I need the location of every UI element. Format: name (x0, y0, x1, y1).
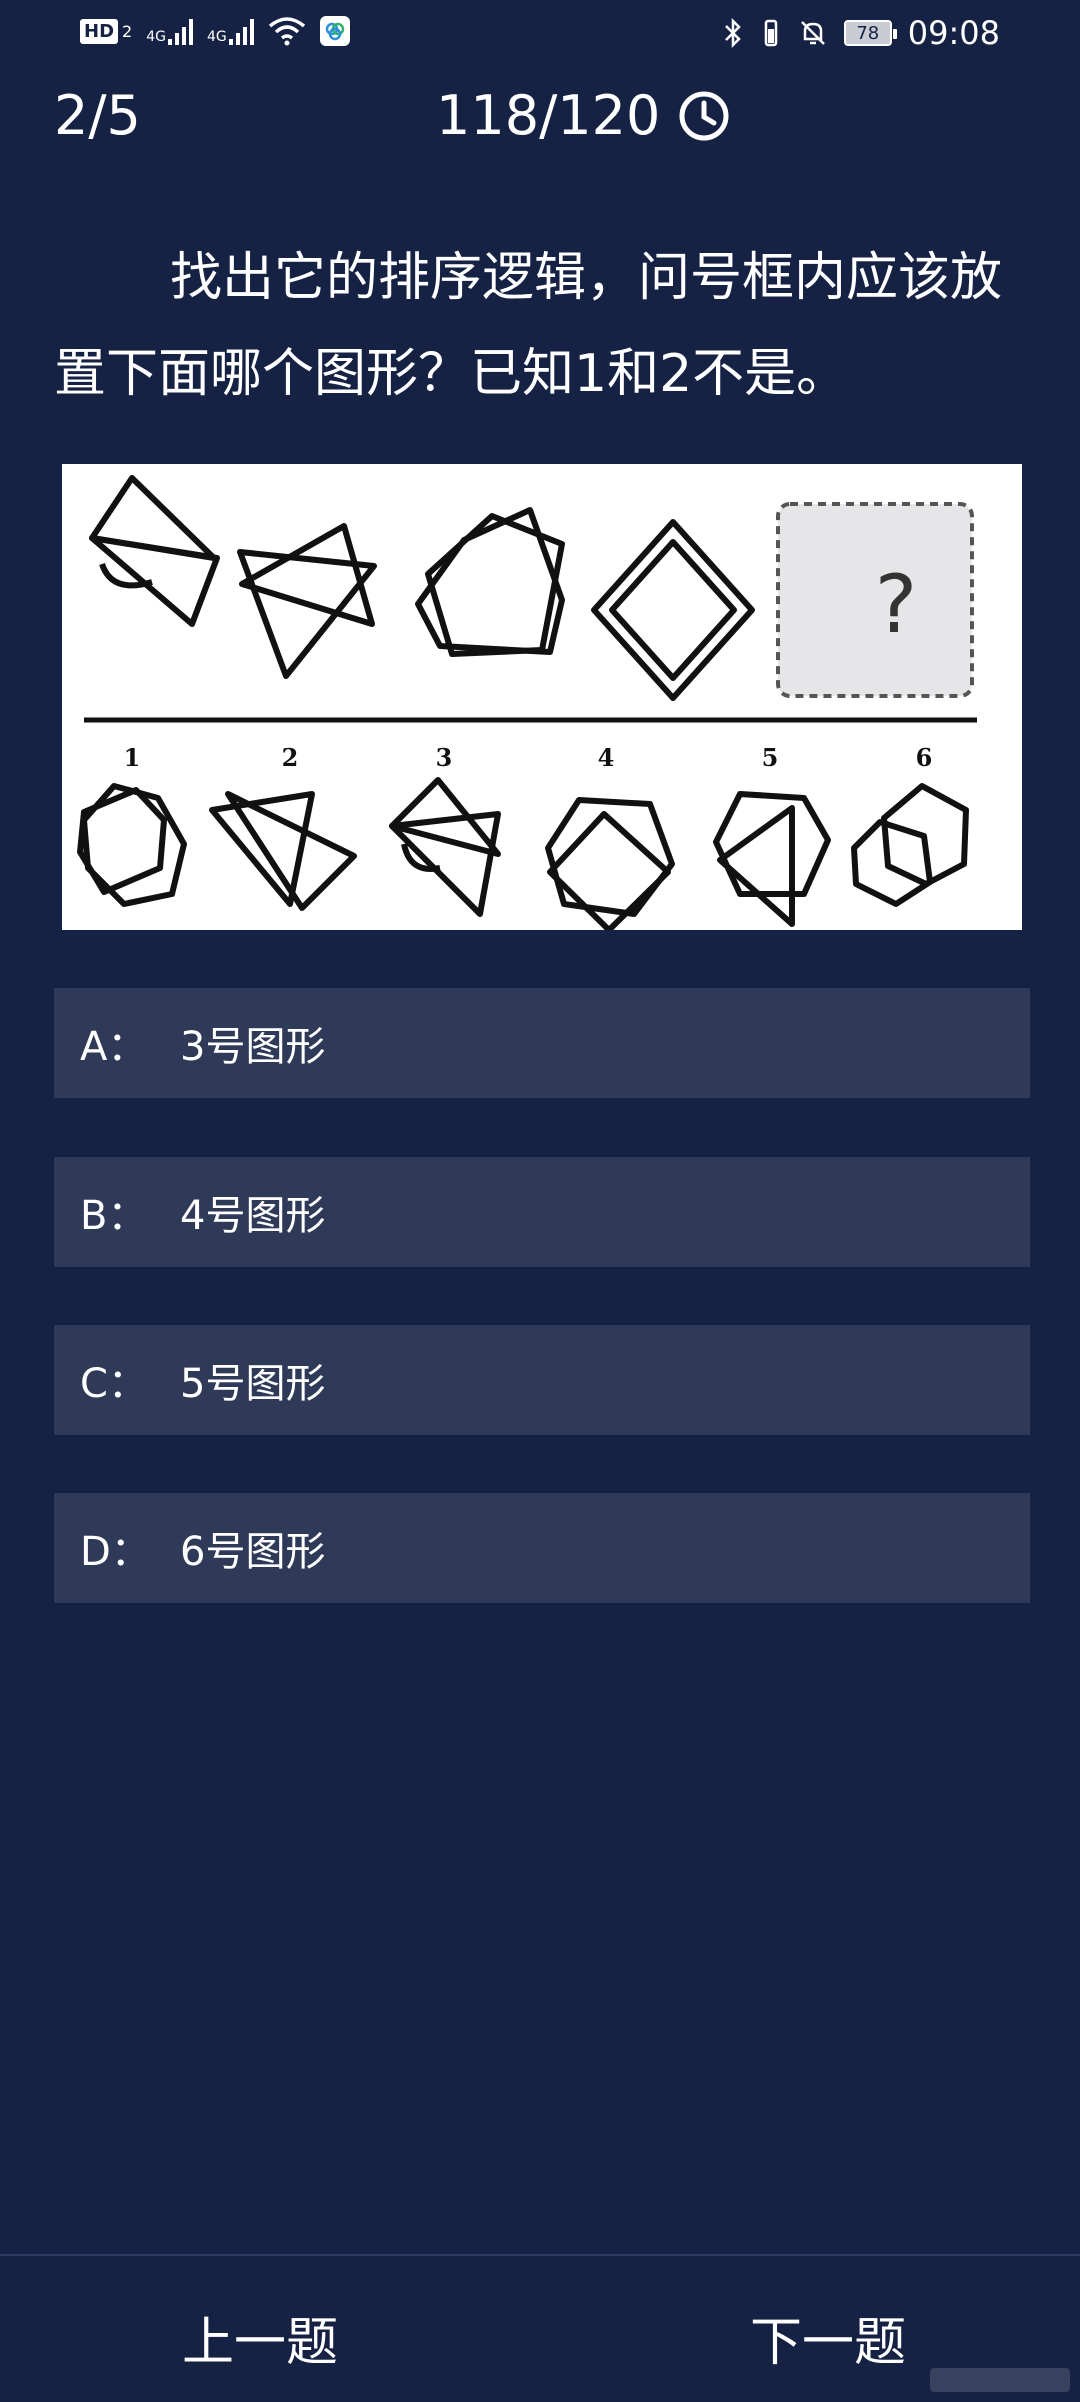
network-type-label-2: 4G (206, 29, 227, 45)
option-label-2: 2 (282, 743, 299, 772)
network-type-label-1: 4G (146, 29, 166, 45)
option-label-4: 4 (598, 743, 615, 772)
timer-text: 118/120 (436, 84, 661, 147)
battery-icon: 78 (843, 20, 897, 46)
watermark (930, 2368, 1070, 2392)
option-shape-1 (77, 783, 187, 907)
quiz-header: 2/5 118/120 (0, 80, 1080, 150)
puzzle-image: ? 1 2 3 4 5 6 (62, 464, 1022, 933)
bottom-nav: 上一题 下一题 (0, 2254, 1080, 2402)
option-shape-3 (389, 777, 501, 917)
next-question-button[interactable]: 下一题 (750, 2300, 906, 2375)
option-text: 4号图形 (180, 1193, 326, 1239)
question-text: 找出它的排序逻辑，问号框内应该放置下面哪个图形？已知1和2不是。 (54, 248, 1003, 404)
wifi-icon (268, 17, 305, 46)
hd-icon: HD (80, 18, 119, 44)
option-label-1: 1 (124, 743, 141, 772)
option-letter: A： (80, 1024, 148, 1070)
option-shape-4 (545, 797, 675, 933)
option-shape-5 (713, 791, 831, 927)
sequence-shape-2 (237, 523, 377, 679)
answer-option-a[interactable]: A： 3号图形 (54, 988, 1030, 1098)
question-progress: 2/5 (54, 84, 141, 147)
answer-option-b[interactable]: B： 4号图形 (54, 1157, 1030, 1267)
mute-bell-icon (800, 21, 825, 45)
status-right: 78 09:08 (722, 14, 1000, 52)
answer-option-c[interactable]: C： 5号图形 (54, 1325, 1030, 1435)
option-shape-6 (851, 783, 969, 907)
sequence-shape-3 (415, 507, 565, 657)
app-notification-icon (319, 16, 350, 46)
bluetooth-icon (724, 17, 741, 49)
status-time: 09:08 (907, 14, 1000, 52)
option-letter: C： (80, 1361, 148, 1407)
option-label-3: 3 (436, 743, 453, 772)
sequence-shape-4 (591, 519, 755, 701)
countdown-timer: 118/120 (436, 84, 730, 147)
status-bar: HD 2 4G 4G 78 09:08 (0, 0, 1080, 70)
option-letter: D： (80, 1529, 151, 1575)
option-label-6: 6 (916, 743, 933, 772)
option-label-5: 5 (762, 743, 779, 772)
option-shape-2 (209, 791, 357, 911)
question-mark: ? (875, 558, 917, 651)
vibrate-icon (764, 19, 778, 47)
option-text: 3号图形 (180, 1024, 326, 1070)
status-left: HD 2 4G 4G (80, 16, 350, 46)
signal-bars-icon-1 (167, 17, 193, 45)
sequence-shape-1 (89, 475, 220, 627)
option-text: 5号图形 (180, 1361, 326, 1407)
puzzle-figure: ? 1 2 3 4 5 6 (77, 475, 977, 933)
clock-icon (679, 91, 729, 140)
answer-option-d[interactable]: D： 6号图形 (54, 1493, 1030, 1603)
option-letter: B： (80, 1193, 148, 1239)
signal-bars-icon-2 (228, 17, 254, 45)
signal-icon-2: 4G (207, 17, 254, 45)
signal-icon-1: 4G (146, 17, 193, 45)
prev-question-button[interactable]: 上一题 (182, 2300, 338, 2375)
hd-sub-label: 2 (122, 21, 133, 41)
option-text: 6号图形 (180, 1529, 326, 1575)
